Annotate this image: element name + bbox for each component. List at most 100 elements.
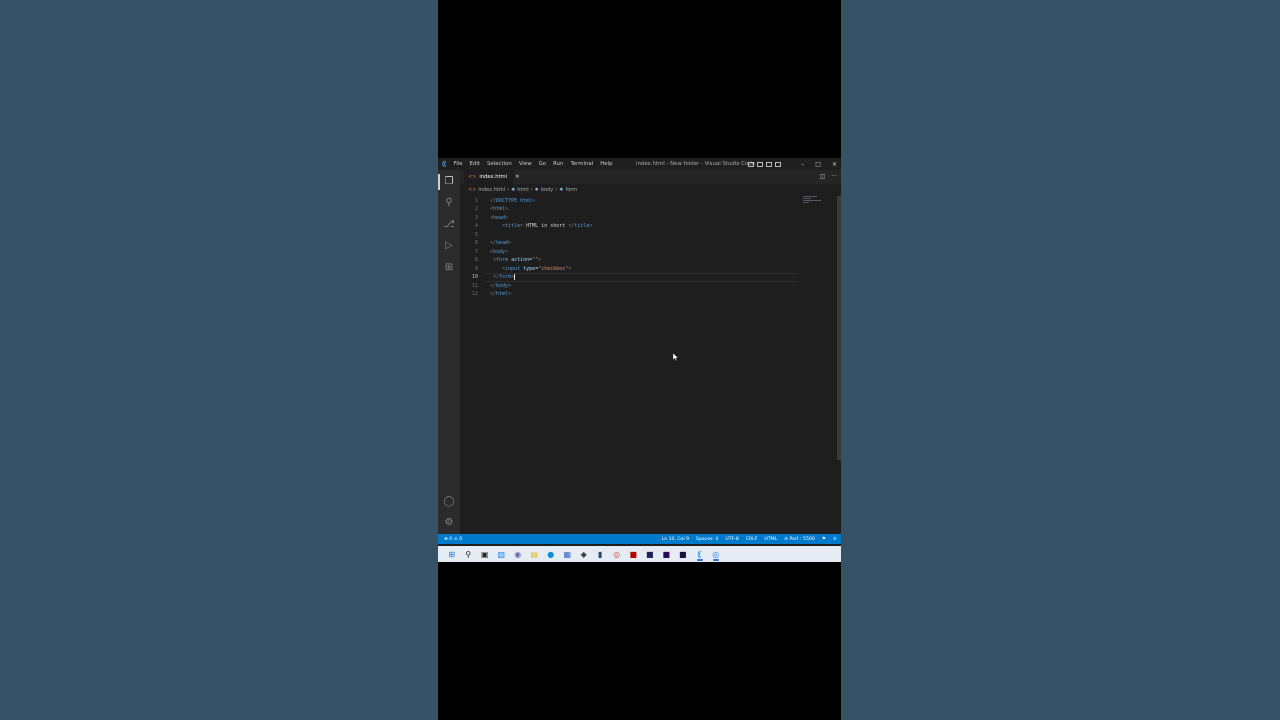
menu-go[interactable]: Go <box>535 161 549 167</box>
close-tab-icon[interactable]: ✕ <box>515 174 519 180</box>
taskbar-acrobat-icon[interactable]: ■ <box>627 548 641 561</box>
line-number: 7 <box>474 248 478 255</box>
chevron-right-icon: › <box>507 187 510 193</box>
breadcrumb: <> index.html › ✹ html › ✹ body › ✹ form <box>460 185 841 195</box>
toggle-panel-icon[interactable] <box>757 161 763 167</box>
search-icon[interactable]: ⚲ <box>443 197 455 209</box>
code-line[interactable]: 1 <!DOCTYPE html> <box>460 197 835 206</box>
taskbar-widgets-icon[interactable]: ▧ <box>495 548 509 561</box>
toggle-sidebar-icon[interactable] <box>748 161 754 167</box>
line-number: 5 <box>474 231 478 238</box>
breadcrumb-item[interactable]: body <box>541 187 553 193</box>
code-text: <input type="checkbox"> <box>502 265 572 272</box>
taskbar-premiere-icon[interactable]: ■ <box>676 548 690 561</box>
status-bar: ⊗ 0 ⚠ 0 Ln 10, Col 9 Spaces: 4 UTF-8 CRL… <box>438 534 841 544</box>
taskbar-terminal-icon[interactable]: ▮ <box>594 548 608 561</box>
menu-edit[interactable]: Edit <box>466 161 483 167</box>
menu-run[interactable]: Run <box>550 161 567 167</box>
taskbar-store-icon[interactable]: ▦ <box>561 548 575 561</box>
close-window-icon[interactable]: ✕ <box>832 161 837 168</box>
taskbar-media-encoder-icon[interactable]: ■ <box>643 548 657 561</box>
taskbar-app-icon[interactable]: ◆ <box>577 548 591 561</box>
toggle-secondary-sidebar-icon[interactable] <box>766 161 772 167</box>
current-line-highlight <box>484 273 799 282</box>
menu-selection[interactable]: Selection <box>483 161 515 167</box>
menu-terminal[interactable]: Terminal <box>567 161 597 167</box>
taskbar-vscode-icon[interactable]: ⟪ <box>693 548 707 561</box>
chevron-right-icon: › <box>555 187 558 193</box>
taskbar-after-effects-icon[interactable]: ■ <box>660 548 674 561</box>
minimap[interactable] <box>803 196 829 204</box>
extensions-icon[interactable]: ⊞ <box>443 262 455 274</box>
window-title: index.html - New folder - Visual Studio … <box>636 161 756 167</box>
line-number: 9 <box>474 265 478 272</box>
line-number: 10 <box>471 274 478 280</box>
code-text: </head> <box>490 240 512 246</box>
activity-bar: ❐ ⚲ ⎇ ▷ ⊞ ◯ ⚙ <box>438 170 460 534</box>
element-icon: ✹ <box>511 187 516 193</box>
source-control-icon[interactable]: ⎇ <box>443 219 455 231</box>
taskbar-edge-icon[interactable]: ● <box>544 548 558 561</box>
notifications-bell-icon[interactable]: ⚞ <box>833 537 837 542</box>
code-line[interactable]: 4 <title> HTML in short </title> <box>460 222 835 231</box>
line-number: 6 <box>474 240 478 246</box>
taskbar-file-explorer-icon[interactable]: ▤ <box>528 548 542 561</box>
code-line[interactable]: 11 </body> <box>460 282 835 291</box>
minimize-icon[interactable]: – <box>801 161 804 168</box>
run-debug-icon[interactable]: ▷ <box>443 240 455 252</box>
accounts-status-icon[interactable]: ⚑ <box>822 537 826 542</box>
settings-gear-icon[interactable]: ⚙ <box>443 517 455 529</box>
language-mode-status[interactable]: HTML <box>764 537 777 542</box>
code-line[interactable]: 9 <input type="checkbox"> <box>460 265 835 274</box>
encoding-status[interactable]: UTF-8 <box>725 537 738 542</box>
code-line[interactable]: 7 <body> <box>460 248 835 257</box>
more-actions-icon[interactable]: ··· <box>831 173 837 180</box>
menu-help[interactable]: Help <box>597 161 616 167</box>
problems-status[interactable]: ⊗ 0 ⚠ 0 <box>444 537 462 542</box>
taskbar-chrome-icon[interactable]: ◎ <box>610 548 624 561</box>
chevron-right-icon: › <box>530 187 533 193</box>
taskbar-chrome-beta-icon[interactable]: ◎ <box>709 548 723 561</box>
element-icon: ✹ <box>534 187 539 193</box>
files-icon[interactable]: ❐ <box>438 174 455 190</box>
cursor-position-status[interactable]: Ln 10, Col 9 <box>662 537 689 542</box>
menu-view[interactable]: View <box>515 161 535 167</box>
phone-frame: ⟪ File Edit Selection View Go Run Termin… <box>438 0 841 720</box>
editor-scrollbar[interactable] <box>837 196 841 460</box>
code-line[interactable]: 5 <box>460 231 835 240</box>
tab-index-html[interactable]: <> index.html ✕ <box>464 170 519 184</box>
split-editor-icon[interactable]: ◫ <box>820 173 826 180</box>
account-icon[interactable]: ◯ <box>443 496 455 508</box>
breadcrumb-item[interactable]: html <box>517 187 528 193</box>
line-number: 1 <box>474 197 478 204</box>
breadcrumb-item[interactable]: index.html <box>478 187 505 193</box>
code-line[interactable]: 6 </head> <box>460 239 835 248</box>
breadcrumb-item[interactable]: form <box>565 187 577 193</box>
code-line[interactable]: 3 <head> <box>460 214 835 223</box>
title-bar: ⟪ File Edit Selection View Go Run Termin… <box>438 158 841 170</box>
code-text: <title> HTML in short </title> <box>502 223 593 229</box>
code-line[interactable]: 2 <html> <box>460 205 835 214</box>
line-number: 4 <box>474 223 478 229</box>
line-number: 12 <box>471 291 478 297</box>
code-line[interactable]: 8 <form action=""> <box>460 256 835 265</box>
menu-bar: File Edit Selection View Go Run Terminal… <box>450 161 616 167</box>
vscode-logo-icon: ⟪ <box>441 160 447 168</box>
live-server-port-status[interactable]: ⊘ Port : 5500 <box>784 537 815 542</box>
element-icon: ✹ <box>559 187 564 193</box>
eol-status[interactable]: CRLF <box>746 537 758 542</box>
code-line[interactable]: 10 </form> <box>460 273 835 282</box>
window-controls: – □ ✕ <box>801 161 837 168</box>
windows-taskbar: ⊞ ⚲ ▣ ▧ ◉ ▤ ● ▦ ◆ ▮ ◎ ■ ■ ■ ■ ⟪ ◎ <box>438 546 841 562</box>
maximize-icon[interactable]: □ <box>815 161 821 168</box>
customize-layout-icon[interactable] <box>775 161 781 167</box>
code-editor[interactable]: 1 <!DOCTYPE html> 2 <html> 3 <head> 4 <title> … <box>460 196 835 534</box>
taskbar-task-view-icon[interactable]: ▣ <box>478 548 492 561</box>
indentation-status[interactable]: Spaces: 4 <box>696 537 718 542</box>
taskbar-search-icon[interactable]: ⚲ <box>462 548 476 561</box>
code-line[interactable]: 12 </html> <box>460 290 835 299</box>
taskbar-chat-icon[interactable]: ◉ <box>511 548 525 561</box>
menu-file[interactable]: File <box>450 161 466 167</box>
taskbar-windows-start-icon[interactable]: ⊞ <box>445 548 459 561</box>
editor-actions: ◫ ··· <box>820 173 837 180</box>
